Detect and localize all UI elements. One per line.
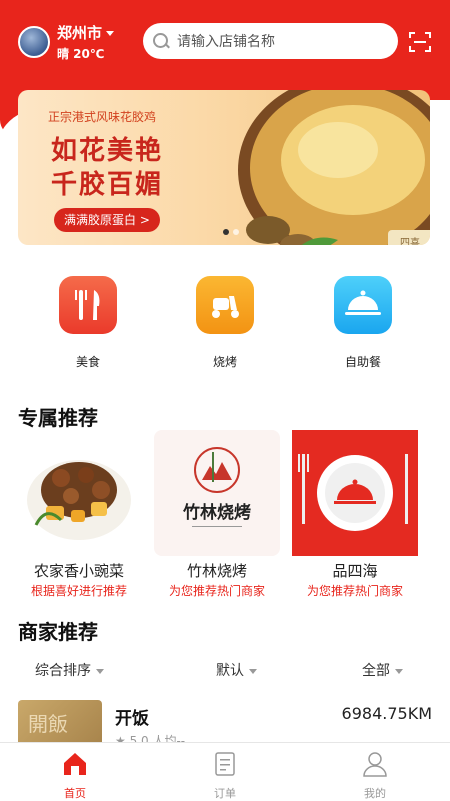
category-label: 美食 <box>75 355 100 369</box>
search-icon <box>153 33 168 48</box>
sort-label: 默认 <box>216 663 244 679</box>
fork-knife-icon <box>59 276 117 334</box>
user-icon <box>363 752 387 777</box>
chevron-down-icon <box>96 668 104 674</box>
recommend-image <box>16 430 142 556</box>
city-selector[interactable]: 郑州市 <box>57 22 115 43</box>
bottom-tab-bar: 首页 订单 我的 <box>0 742 450 800</box>
merchants-section-title: 商家推荐 <box>18 620 98 644</box>
recommend-subtitle: 为您推荐热门商家 <box>168 584 265 598</box>
search-input[interactable] <box>175 23 389 61</box>
sort-label: 全部 <box>362 663 390 679</box>
category-label: 自助餐 <box>344 355 381 369</box>
category-bbq[interactable]: 烧烤 <box>190 276 260 370</box>
tab-label: 首页 <box>64 787 86 800</box>
merchant-list-item[interactable]: 開飯 开饭 6984.75KM ★ 5.0 人均-- <box>0 700 450 742</box>
sort-default-order[interactable]: 综合排序 <box>35 660 104 680</box>
banner-title-line2: 千胶百媚 <box>51 170 164 200</box>
recommend-card[interactable]: 农家香小豌菜 根据喜好进行推荐 <box>16 430 142 599</box>
recommend-subtitle: 根据喜好进行推荐 <box>30 584 127 598</box>
recommend-card[interactable]: 竹林烧烤 竹林烧烤 为您推荐热门商家 <box>154 430 280 599</box>
recommend-subtitle: 为您推荐热门商家 <box>306 584 403 598</box>
carousel-dot[interactable] <box>233 229 239 235</box>
box-label: 四喜 <box>400 236 420 245</box>
recommend-name: 竹林烧烤 <box>186 562 247 580</box>
sort-all[interactable]: 全部 <box>362 660 403 680</box>
search-bar[interactable] <box>143 23 398 61</box>
tab-home[interactable]: 首页 <box>35 743 115 801</box>
sort-bar: 综合排序 默认 全部 <box>0 660 450 682</box>
food-cloche-icon <box>334 276 392 334</box>
avatar[interactable] <box>18 26 50 58</box>
chevron-down-icon <box>106 31 115 36</box>
category-buffet[interactable]: 自助餐 <box>328 276 398 370</box>
sort-default[interactable]: 默认 <box>216 660 257 680</box>
chevron-down-icon <box>249 668 257 674</box>
scooter-icon <box>196 276 254 334</box>
carousel-dots <box>221 220 241 239</box>
tab-label: 我的 <box>364 787 386 800</box>
tab-orders[interactable]: 订单 <box>185 743 265 801</box>
exclusive-section-title: 专属推荐 <box>18 406 98 430</box>
chevron-down-icon <box>395 668 403 674</box>
merchant-name: 开饭 <box>115 709 149 729</box>
recommend-name: 农家香小豌菜 <box>33 562 124 580</box>
merchant-image-text: 開飯 <box>28 712 68 736</box>
category-food[interactable]: 美食 <box>53 276 123 370</box>
recommend-image: 竹林烧烤 <box>154 430 280 556</box>
city-label: 郑州市 <box>57 24 103 42</box>
recommend-image <box>292 430 418 556</box>
recommend-card[interactable]: 品四海 为您推荐热门商家 <box>292 430 418 599</box>
tab-mine[interactable]: 我的 <box>335 743 415 801</box>
banner-cta-button[interactable]: 满满胶原蛋白 > <box>54 208 160 232</box>
banner-title: 如花美艳 千胶百媚 <box>51 134 163 202</box>
tab-label: 订单 <box>214 787 236 800</box>
promo-banner[interactable]: 四喜 正宗港式风味花胶鸡 如花美艳 千胶百媚 满满胶原蛋白 > <box>18 90 430 245</box>
chicken-dish-image: 四喜 <box>238 90 430 245</box>
carousel-dot-active[interactable] <box>223 229 229 235</box>
category-label: 烧烤 <box>212 355 237 369</box>
weather-label: 晴 20℃ <box>57 47 105 61</box>
sort-label: 综合排序 <box>35 663 91 679</box>
merchant-rating: ★ 5.0 人均-- <box>115 734 186 742</box>
recommend-name: 品四海 <box>332 562 378 580</box>
top-bar: 郑州市 晴 20℃ <box>0 18 450 68</box>
banner-title-line1: 如花美艳 <box>51 136 164 166</box>
order-icon <box>215 752 235 776</box>
merchant-distance: 6984.75KM <box>341 704 432 723</box>
merchant-image: 開飯 <box>18 700 102 742</box>
home-icon <box>64 753 86 775</box>
logo-text: 竹林烧烤 <box>182 502 251 523</box>
scan-icon[interactable] <box>408 30 432 54</box>
banner-subtitle: 正宗港式风味花胶鸡 <box>48 110 157 124</box>
